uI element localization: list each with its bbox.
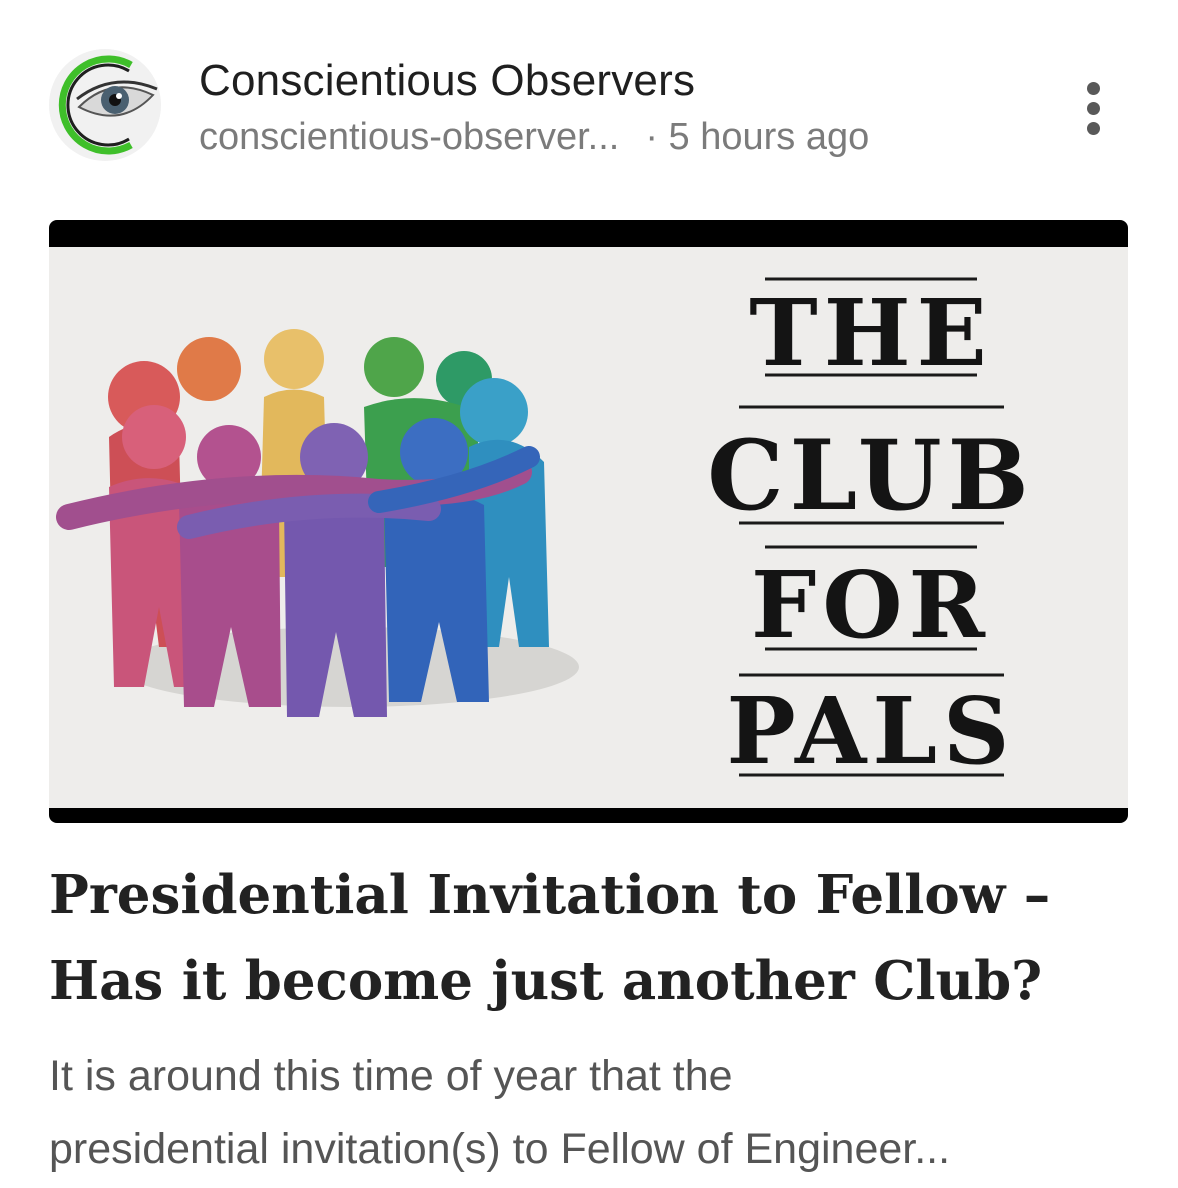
article-title-line: Has it become just another Club?: [49, 950, 1043, 1012]
article-excerpt-line: It is around this time of year that the: [49, 1052, 733, 1100]
club-for-pals-stencil: THE CLUB FOR PALS: [707, 277, 1035, 785]
post-header: Conscientious Observers conscientious-ob…: [0, 0, 1178, 200]
publication-handle[interactable]: conscientious-observer...: [199, 116, 619, 158]
eye-logo-icon: [49, 49, 161, 161]
vertical-ellipsis-icon: [1087, 82, 1100, 95]
stencil-line-pals: PALS: [727, 677, 1016, 785]
stencil-line-the: THE: [749, 279, 993, 387]
publication-name[interactable]: Conscientious Observers: [199, 56, 695, 106]
post-time: 5 hours ago: [668, 116, 870, 158]
stencil-line-for: FOR: [751, 551, 991, 659]
meta-separator: ·: [645, 116, 658, 158]
publication-avatar[interactable]: [49, 49, 161, 161]
stencil-line-club: CLUB: [707, 419, 1035, 532]
article-excerpt[interactable]: It is around this time of year that the …: [49, 1040, 1139, 1186]
article-title-line: Presidential Invitation to Fellow –: [49, 864, 1051, 926]
hero-image-content: THE CLUB FOR PALS: [49, 247, 1128, 808]
ellipsis-dot: [1087, 102, 1100, 115]
article-title[interactable]: Presidential Invitation to Fellow – Has …: [49, 852, 1139, 1024]
more-options-button[interactable]: [1070, 74, 1118, 144]
hero-image[interactable]: THE CLUB FOR PALS: [49, 220, 1128, 823]
ellipsis-dot: [1087, 122, 1100, 135]
article-excerpt-line: presidential invitation(s) to Fellow of …: [49, 1125, 951, 1173]
post-meta: conscientious-observer... · 5 hours ago: [199, 116, 869, 159]
